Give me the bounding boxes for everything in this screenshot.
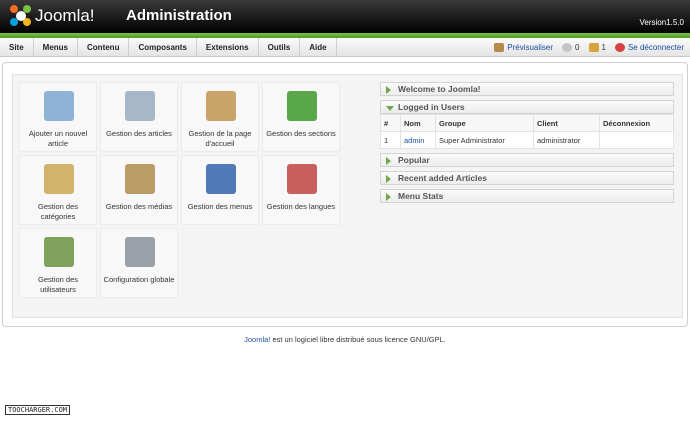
- logout-link[interactable]: Se déconnecter: [614, 43, 684, 52]
- logout-icon: [614, 43, 625, 52]
- users-online-count: 1: [601, 43, 606, 52]
- cpanel-label: Gestion des utilisateurs: [37, 275, 79, 294]
- col-group: Groupe: [435, 114, 534, 132]
- col-number: #: [380, 114, 401, 132]
- cpanel-label: Gestion des langues: [266, 202, 336, 211]
- cell-group: Super Administrator: [435, 131, 534, 149]
- footer-joomla-link[interactable]: Joomla!: [244, 335, 270, 344]
- logo-text: Joomla!: [35, 6, 95, 25]
- joomla-logo-icon: [10, 5, 32, 27]
- panel-logged-in-users[interactable]: Logged in Users: [380, 100, 674, 114]
- logged-in-users-table: # Nom Groupe Client Déconnexion 1 admin …: [380, 114, 674, 149]
- header-bar: Joomla! Administration Version1.5.0: [0, 0, 690, 33]
- home-icon: [206, 91, 236, 121]
- cpanel-label: Gestion des menus: [187, 202, 253, 211]
- messages-link[interactable]: 0: [562, 43, 580, 52]
- users-icon: [44, 237, 74, 267]
- control-panel: Ajouter un nouvel article Gestion des ar…: [12, 74, 683, 318]
- cpanel-languages[interactable]: Gestion des langues: [262, 155, 340, 225]
- menu-menus[interactable]: Menus: [34, 38, 79, 57]
- status-bar: Prévisualiser 0 1 Se déconnecter: [494, 38, 684, 57]
- config-icon: [125, 237, 155, 267]
- panel-welcome[interactable]: Welcome to Joomla!: [380, 82, 674, 96]
- cpanel-media[interactable]: Gestion des médias: [100, 155, 178, 225]
- module-panels: Welcome to Joomla! Logged in Users # Nom…: [380, 82, 674, 207]
- cell-client: administrator: [533, 131, 600, 149]
- watermark: TOOCHARGER.COM: [5, 405, 71, 415]
- articles-icon: [125, 91, 155, 121]
- cpanel-label: Gestion des catégories: [37, 202, 79, 221]
- cpanel-label: Gestion des sections: [266, 129, 336, 138]
- panel-menu-stats[interactable]: Menu Stats: [380, 189, 674, 203]
- menus-icon: [206, 164, 236, 194]
- preview-link[interactable]: Prévisualiser: [494, 43, 553, 52]
- menu-outils[interactable]: Outils: [259, 38, 301, 57]
- expand-arrow-icon: [386, 86, 391, 94]
- users-online[interactable]: 1: [588, 43, 606, 52]
- main-container: Ajouter un nouvel article Gestion des ar…: [2, 62, 688, 327]
- menu-aide[interactable]: Aide: [300, 38, 337, 57]
- cpanel-label: Gestion des articles: [106, 129, 172, 138]
- expand-arrow-icon: [386, 175, 391, 183]
- media-icon: [125, 164, 155, 194]
- panel-title: Popular: [398, 155, 430, 165]
- panel-recent-articles[interactable]: Recent added Articles: [380, 171, 674, 185]
- users-online-icon: [588, 43, 599, 52]
- cell-logout[interactable]: [599, 131, 674, 149]
- cpanel-categories[interactable]: Gestion des catégories: [19, 155, 97, 225]
- col-name: Nom: [400, 114, 436, 132]
- joomla-logo[interactable]: Joomla!: [10, 5, 95, 27]
- cpanel-icons: Ajouter un nouvel article Gestion des ar…: [19, 82, 341, 314]
- col-client: Client: [533, 114, 600, 132]
- footer-text: est un logiciel libre distribué sous lic…: [270, 335, 446, 344]
- cpanel-global-config[interactable]: Configuration globale: [100, 228, 178, 298]
- menu-contenu[interactable]: Contenu: [78, 38, 130, 57]
- menubar: Site Menus Contenu Composants Extensions…: [0, 38, 690, 57]
- cell-number: 1: [380, 131, 401, 149]
- panel-title: Logged in Users: [398, 102, 465, 112]
- cpanel-articles[interactable]: Gestion des articles: [100, 82, 178, 152]
- expand-arrow-icon: [386, 193, 391, 201]
- col-logout: Déconnexion: [599, 114, 674, 132]
- cpanel-label: Gestion des médias: [105, 202, 173, 211]
- cpanel-sections[interactable]: Gestion des sections: [262, 82, 340, 152]
- user-name-link[interactable]: admin: [400, 131, 436, 149]
- menu-site[interactable]: Site: [0, 38, 34, 57]
- menu-extensions[interactable]: Extensions: [197, 38, 259, 57]
- preview-label: Prévisualiser: [507, 43, 554, 52]
- panel-title: Recent added Articles: [398, 173, 487, 183]
- cpanel-label: Configuration globale: [103, 275, 175, 284]
- main-menu: Site Menus Contenu Composants Extensions…: [0, 38, 337, 57]
- preview-icon: [494, 43, 505, 52]
- page-title: Administration: [126, 7, 232, 24]
- logout-label: Se déconnecter: [627, 43, 684, 52]
- cpanel-frontpage[interactable]: Gestion de la page d'accueil: [181, 82, 259, 152]
- cpanel-users[interactable]: Gestion des utilisateurs: [19, 228, 97, 298]
- sections-icon: [287, 91, 317, 121]
- menu-composants[interactable]: Composants: [129, 38, 197, 57]
- panel-popular[interactable]: Popular: [380, 153, 674, 167]
- panel-title: Welcome to Joomla!: [398, 84, 481, 94]
- categories-icon: [44, 164, 74, 194]
- footer: Joomla! est un logiciel libre distribué …: [0, 335, 690, 344]
- messages-icon: [562, 43, 573, 52]
- cpanel-menus[interactable]: Gestion des menus: [181, 155, 259, 225]
- version-label: Version1.5.0: [639, 18, 684, 27]
- table-row: 1 admin Super Administrator administrato…: [380, 131, 674, 149]
- table-header-row: # Nom Groupe Client Déconnexion: [380, 114, 674, 132]
- panel-title: Menu Stats: [398, 191, 444, 201]
- cpanel-label: Ajouter un nouvel article: [28, 129, 88, 148]
- add-article-icon: [44, 91, 74, 121]
- collapse-arrow-icon: [386, 106, 394, 111]
- expand-arrow-icon: [386, 157, 391, 165]
- cpanel-add-article[interactable]: Ajouter un nouvel article: [19, 82, 97, 152]
- languages-icon: [287, 164, 317, 194]
- messages-count: 0: [575, 43, 580, 52]
- cpanel-label: Gestion de la page d'accueil: [188, 129, 252, 148]
